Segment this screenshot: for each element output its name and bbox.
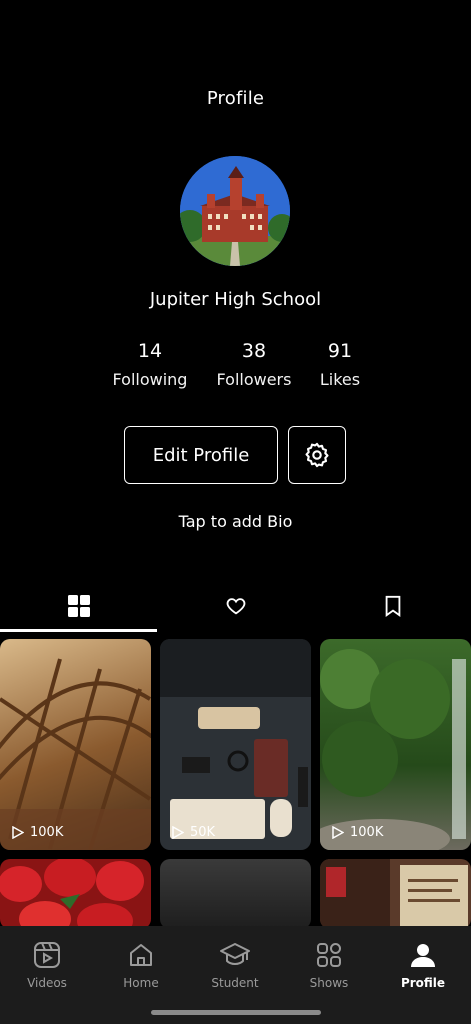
tile-thumbnail	[160, 639, 311, 839]
grid-icon	[67, 595, 90, 617]
nav-shows[interactable]: Shows	[282, 940, 376, 990]
edit-profile-button[interactable]: Edit Profile	[124, 426, 278, 484]
tab-videos-grid[interactable]	[0, 580, 157, 632]
stat-likes[interactable]: 91 Likes	[305, 340, 375, 389]
video-tile[interactable]	[160, 859, 311, 929]
nav-profile[interactable]: Profile	[376, 940, 470, 990]
profile-name: Jupiter High School	[149, 289, 322, 310]
video-tile[interactable]	[0, 859, 151, 929]
view-count-text: 50K	[190, 825, 216, 840]
settings-button[interactable]	[288, 426, 346, 484]
followers-label: Followers	[216, 370, 292, 389]
view-count-text: 100K	[350, 825, 384, 840]
heart-icon	[226, 598, 245, 615]
tab-saved[interactable]	[314, 580, 471, 632]
bookmark-icon	[385, 595, 400, 617]
nav-profile-label: Profile	[400, 976, 446, 990]
video-tile[interactable]: 100K	[0, 639, 151, 850]
stat-followers[interactable]: 38 Followers	[204, 340, 304, 389]
tile-thumbnail	[0, 658, 151, 850]
nav-videos[interactable]: Videos	[0, 940, 94, 990]
graduation-cap-icon	[220, 943, 250, 965]
nav-shows-label: Shows	[309, 976, 349, 990]
home-icon	[130, 944, 152, 966]
following-label: Following	[112, 370, 188, 389]
profile-icon	[411, 944, 435, 967]
play-icon	[332, 826, 344, 839]
nav-videos-label: Videos	[27, 976, 67, 990]
video-tile[interactable]: 100K	[320, 639, 471, 850]
shows-icon	[317, 943, 341, 967]
likes-label: Likes	[319, 370, 361, 389]
nav-home[interactable]: Home	[94, 940, 188, 990]
nav-home-label: Home	[123, 976, 159, 990]
active-tab-indicator	[0, 629, 157, 632]
view-count: 50K	[172, 825, 215, 840]
bio-prompt[interactable]: Tap to add Bio	[0, 512, 471, 531]
tab-liked[interactable]	[157, 580, 314, 632]
following-count: 14	[137, 340, 163, 362]
tile-thumbnail	[320, 649, 466, 850]
likes-count: 91	[327, 340, 353, 362]
tile-thumbnail	[0, 859, 144, 929]
followers-count: 38	[241, 340, 267, 362]
view-count-text: 100K	[30, 825, 64, 840]
play-icon	[12, 826, 24, 839]
videos-icon	[34, 942, 60, 968]
school-building-image	[180, 156, 290, 266]
video-tile[interactable]	[320, 859, 471, 929]
view-count: 100K	[12, 825, 63, 840]
gear-icon	[305, 442, 329, 468]
view-count: 100K	[332, 825, 383, 840]
video-tile[interactable]: 50K	[160, 639, 311, 850]
stat-following[interactable]: 14 Following	[100, 340, 200, 389]
avatar[interactable]	[180, 156, 290, 266]
page-title: Profile	[206, 88, 265, 109]
nav-student[interactable]: Student	[188, 940, 282, 990]
tile-thumbnail	[320, 859, 468, 929]
home-indicator	[151, 1010, 321, 1015]
play-icon	[172, 826, 184, 839]
profile-tabs	[0, 580, 471, 632]
nav-student-label: Student	[211, 976, 259, 990]
